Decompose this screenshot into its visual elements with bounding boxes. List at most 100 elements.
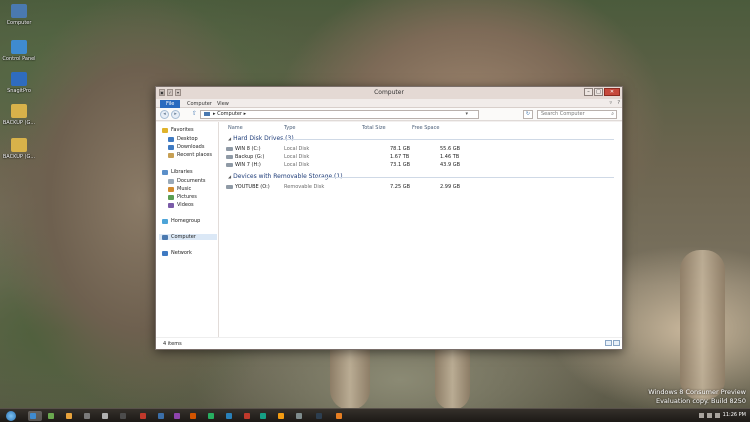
nav-videos[interactable]: Videos [168,202,194,208]
app-icon [190,413,196,419]
network-icon[interactable] [699,413,704,418]
close-button[interactable]: ✕ [604,88,620,96]
drive-name: YOUTUBE (O:) [235,184,270,190]
nav-network[interactable]: Network [162,250,192,256]
system-tray [699,413,720,418]
search-input[interactable]: Search Computer ⌕ [537,110,617,119]
taskbar-app-button[interactable] [82,411,92,421]
drive-row[interactable]: WIN 8 (C:) Local Disk 78.1 GB 55.6 GB [220,145,622,153]
drive-total-size: 73.1 GB [390,162,411,168]
desktop-shortcut[interactable]: SnagitPro [2,72,36,94]
taskbar-app-button[interactable] [224,411,234,421]
tab-file[interactable]: File [160,100,181,108]
volume-icon[interactable] [707,413,712,418]
drive-total-size: 1.67 TB [390,154,410,160]
breadcrumb-computer[interactable]: Computer [217,111,242,117]
large-icons-view-icon[interactable] [613,340,620,346]
drive-row[interactable]: WIN 7 (H:) Local Disk 73.1 GB 43.9 GB [220,161,622,169]
drive-free-space: 2.99 GB [440,184,461,190]
network-icon [162,250,168,256]
breadcrumb-arrow[interactable]: ▸ [244,111,247,117]
taskbar-app-button[interactable] [100,411,110,421]
column-header-free-space[interactable]: Free Space [412,125,439,131]
chevron-down-icon[interactable]: ▾ [465,111,468,118]
app-icon [102,413,108,419]
address-bar[interactable]: ▸ Computer ▸ ▾ [200,110,479,119]
taskbar-app-button[interactable] [188,411,198,421]
nav-pictures[interactable]: Pictures [168,194,197,200]
drive-icon [226,185,233,189]
search-icon[interactable]: ⌕ [611,111,614,118]
explorer-window: ▣ ✓ ▾ Computer – □ ✕ File Computer View … [155,86,623,350]
taskbar-app-button[interactable] [118,411,128,421]
taskbar-app-button[interactable] [46,411,56,421]
taskbar-app-button[interactable] [294,411,304,421]
tab-view[interactable]: View [213,100,233,108]
desktop-shortcut[interactable]: BACKUP (G... [2,104,36,126]
refresh-button[interactable]: ↻ [523,110,533,119]
title-bar[interactable]: ▣ ✓ ▾ Computer – □ ✕ [156,87,622,99]
drive-name: WIN 8 (C:) [235,146,261,152]
nav-favorites[interactable]: Favorites [162,127,194,133]
tab-computer[interactable]: Computer [183,100,216,108]
shortcut-label: Computer [6,20,32,26]
taskbar-app-button[interactable] [334,411,344,421]
app-icon [48,413,54,419]
details-view-icon[interactable] [605,340,612,346]
taskbar-app-button[interactable] [276,411,286,421]
nav-homegroup[interactable]: Homegroup [162,218,200,224]
documents-icon [168,178,174,184]
taskbar-app-button[interactable] [258,411,268,421]
nav-music[interactable]: Music [168,186,191,192]
evaluation-watermark: Windows 8 Consumer Preview Evaluation co… [648,388,746,406]
item-count: 4 items [163,341,182,347]
taskbar-app-button[interactable] [314,411,324,421]
drive-row[interactable]: YOUTUBE (O:) Removable Disk 7.25 GB 2.99 GB [220,183,622,191]
desktop-shortcut[interactable]: BACKUP (G... [2,138,36,160]
clock[interactable]: 11:26 PM [723,412,746,418]
drive-name: Backup (G:) [235,154,265,160]
computer-icon [162,234,168,240]
taskbar-app-button[interactable] [206,411,216,421]
back-button[interactable]: ◂ [160,110,169,119]
minimize-button[interactable]: – [584,88,593,96]
desktop-shortcut[interactable]: Computer [2,4,36,26]
shortcut-label: BACKUP (G... [2,154,36,160]
address-row: ◂ ▸ ⇧ ▸ Computer ▸ ▾ ↻ Search Computer ⌕ [156,108,622,121]
nav-downloads[interactable]: Downloads [168,144,204,150]
start-button[interactable] [6,411,16,421]
drive-free-space: 55.6 GB [440,146,461,152]
nav-libraries[interactable]: Libraries [162,169,193,175]
taskbar-app-button[interactable] [28,411,42,421]
chevron-down-icon[interactable]: ▿ [609,100,612,106]
forward-button[interactable]: ▸ [171,110,180,119]
column-header-type[interactable]: Type [284,125,295,131]
app-icon [158,413,164,419]
drive-icon [226,163,233,167]
nav-documents[interactable]: Documents [168,178,206,184]
column-header-name[interactable]: Name [228,125,243,131]
taskbar-app-button[interactable] [242,411,252,421]
nav-desktop[interactable]: Desktop [168,136,198,142]
help-icon[interactable]: ? [617,100,620,106]
maximize-button[interactable]: □ [594,88,603,96]
drive-row[interactable]: Backup (G:) Local Disk 1.67 TB 1.46 TB [220,153,622,161]
file-list: Name Type Total Size Free Space ◢ Hard Di… [220,122,622,337]
status-bar: 4 items [156,337,622,349]
videos-icon [168,202,174,208]
shortcut-label: BACKUP (G... [2,120,36,126]
taskbar-app-button[interactable] [156,411,166,421]
drive-total-size: 78.1 GB [390,146,411,152]
column-header-total-size[interactable]: Total Size [362,125,386,131]
up-arrow-icon[interactable]: ⇧ [192,110,197,117]
pictures-icon [168,194,174,200]
nav-computer[interactable]: Computer [159,234,217,240]
flag-icon[interactable] [715,413,720,418]
taskbar-app-button[interactable] [138,411,148,421]
desktop-shortcut[interactable]: Control Panel [2,40,36,62]
app-icon [174,413,180,419]
taskbar-app-button[interactable] [64,411,74,421]
shortcut-label: SnagitPro [7,88,31,94]
nav-recent-places[interactable]: Recent places [168,152,212,158]
taskbar-app-button[interactable] [172,411,182,421]
